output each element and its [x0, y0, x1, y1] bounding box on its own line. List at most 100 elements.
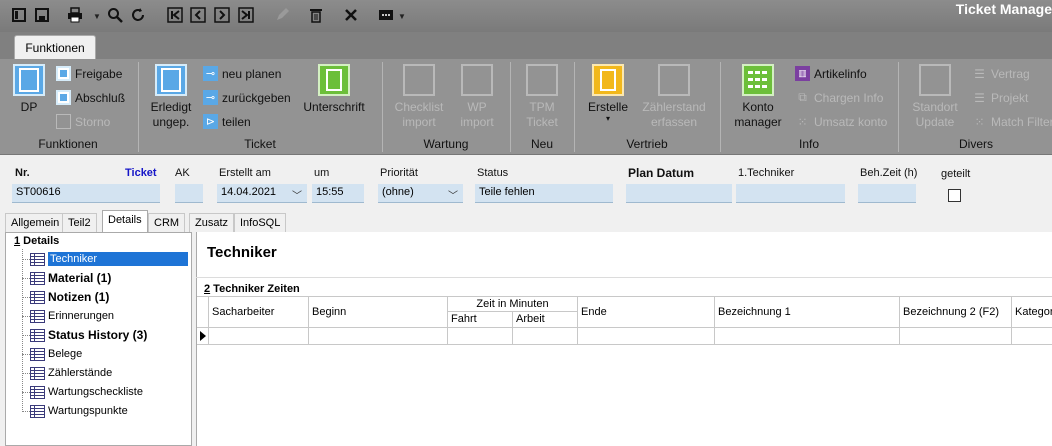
grid-cell[interactable] — [209, 328, 309, 345]
column-header-beginn[interactable]: Beginn — [309, 297, 448, 328]
um-field[interactable]: 15:55 — [312, 184, 364, 203]
grid-cell[interactable] — [448, 328, 513, 345]
neu-planen-button[interactable]: ⊸ neu planen — [203, 66, 281, 81]
close-doc-icon[interactable] — [10, 6, 28, 24]
tree-item-techniker[interactable]: Techniker — [30, 250, 189, 268]
tab-details[interactable]: Details — [102, 210, 148, 232]
document-icon — [461, 64, 493, 96]
tree-connector — [22, 354, 30, 355]
grid-cell[interactable] — [309, 328, 448, 345]
search-icon[interactable] — [106, 6, 124, 24]
zurueckgeben-button[interactable]: ⊸ zurückgeben — [203, 90, 291, 105]
erstellt-label: Erstellt am — [219, 167, 271, 179]
signature-icon — [318, 64, 350, 96]
title-bar — [0, 0, 1052, 32]
ak-field[interactable] — [175, 184, 203, 203]
group-label-vertrieb: Vertrieb — [626, 137, 668, 151]
erstelle-button[interactable]: Erstelle ▾ — [586, 64, 630, 123]
techniker-field[interactable] — [736, 184, 845, 203]
umsatz-konto-button: ⁙ Umsatz konto — [795, 114, 887, 129]
column-header-bezeichnung-1[interactable]: Bezeichnung 1 — [715, 297, 900, 328]
plan-datum-field[interactable] — [626, 184, 732, 203]
beh-zeit-field[interactable] — [858, 184, 916, 203]
artikelinfo-button[interactable]: ▥ Artikelinfo — [795, 66, 867, 81]
list-icon: ☰ — [974, 66, 985, 81]
tree-item-belege[interactable]: Belege — [30, 345, 82, 363]
refresh-icon[interactable] — [129, 6, 147, 24]
tab-allgemein[interactable]: Allgemein — [5, 213, 66, 232]
chevron-down-icon[interactable]: ﹀ — [448, 187, 458, 202]
nr-label: Nr. — [15, 167, 30, 179]
tree-item-wartungspunkte[interactable]: Wartungspunkte — [30, 402, 128, 420]
table-icon — [30, 404, 45, 418]
unterschrift-button[interactable]: Unterschrift — [301, 64, 367, 115]
tree-item-material[interactable]: Material (1) — [30, 269, 111, 287]
column-header-sacharbeiter[interactable]: Sacharbeiter — [209, 297, 309, 328]
teilen-button[interactable]: ⊳ teilen — [203, 114, 251, 129]
more-icon[interactable] — [377, 6, 395, 24]
arrow-left-icon: ⊸ — [203, 66, 218, 81]
delete-icon[interactable] — [307, 6, 325, 24]
column-header-kategorie[interactable]: Kategor — [1012, 297, 1052, 328]
nr-field[interactable]: ST00616 — [12, 184, 160, 203]
checklist-import-button: Checklist import — [390, 64, 448, 130]
table-icon — [30, 366, 45, 380]
tree-connector — [22, 278, 30, 279]
ticket-label: Ticket — [125, 167, 157, 179]
close-icon[interactable] — [342, 6, 360, 24]
column-header-ende[interactable]: Ende — [578, 297, 715, 328]
column-header-arbeit[interactable]: Arbeit — [513, 312, 578, 328]
erstellt-field[interactable]: 14.04.2021 ﹀ — [217, 184, 307, 203]
tab-teil2[interactable]: Teil2 — [62, 213, 97, 232]
table-icon — [30, 385, 45, 399]
last-icon[interactable] — [237, 6, 255, 24]
erstelle-dropdown-icon: ▾ — [605, 114, 610, 123]
tab-zusatz[interactable]: Zusatz — [189, 213, 235, 232]
tree-item-status-history[interactable]: Status History (3) — [30, 326, 147, 344]
more-dropdown-icon[interactable]: ▼ — [398, 12, 406, 21]
grid-cell[interactable] — [715, 328, 900, 345]
ribbon-tab-funktionen[interactable]: Funktionen — [14, 35, 96, 60]
column-header-fahrt[interactable]: Fahrt — [448, 312, 513, 328]
chevron-down-icon[interactable]: ﹀ — [292, 187, 302, 202]
geteilt-checkbox[interactable] — [948, 189, 961, 202]
dp-button[interactable]: DP — [12, 64, 46, 115]
print-dropdown-icon[interactable]: ▼ — [93, 12, 101, 21]
prev-icon[interactable] — [189, 6, 207, 24]
prio-select[interactable]: (ohne) ﹀ — [378, 184, 463, 203]
tree-item-wartungscheckliste[interactable]: Wartungscheckliste — [30, 383, 143, 401]
tree-item-notizen[interactable]: Notizen (1) — [30, 288, 109, 306]
next-icon[interactable] — [213, 6, 231, 24]
table-icon — [30, 252, 45, 266]
freigabe-button[interactable]: Freigabe — [56, 66, 122, 81]
erledigt-ungep-button[interactable]: Erledigt ungep. — [146, 64, 196, 130]
document-icon — [658, 64, 690, 96]
list-icon: ☰ — [974, 90, 985, 105]
save-icon[interactable] — [33, 6, 51, 24]
prio-label: Priorität — [380, 167, 418, 179]
plan-datum-label: Plan Datum — [628, 166, 695, 180]
grid-row-header — [197, 297, 209, 328]
geteilt-label: geteilt — [941, 168, 971, 180]
grid-cell[interactable] — [513, 328, 578, 345]
tab-crm[interactable]: CRM — [148, 213, 186, 232]
group-label-ticket: Ticket — [244, 137, 276, 151]
um-label: um — [314, 167, 330, 179]
grid-icon — [742, 64, 774, 96]
barcode-icon: ▥ — [795, 66, 810, 81]
tab-infosql[interactable]: InfoSQL — [234, 213, 287, 232]
status-field[interactable]: Teile fehlen — [475, 184, 613, 203]
konto-manager-button[interactable]: Konto manager — [732, 64, 784, 130]
grid-cell[interactable] — [900, 328, 1012, 345]
abschluss-button[interactable]: Abschluß — [56, 90, 125, 105]
tree-item-erinnerungen[interactable]: Erinnerungen — [30, 307, 114, 325]
first-icon[interactable] — [166, 6, 184, 24]
grid-cell[interactable] — [1012, 328, 1052, 345]
arrow-left-icon: ⊸ — [203, 90, 218, 105]
document-icon — [56, 90, 71, 105]
grid-cell[interactable] — [578, 328, 715, 345]
print-icon[interactable] — [66, 6, 84, 24]
column-header-bezeichnung-2[interactable]: Bezeichnung 2 (F2) — [900, 297, 1012, 328]
storno-button: Storno — [56, 114, 110, 129]
tree-item-zaehlerstaende[interactable]: Zählerstände — [30, 364, 112, 382]
